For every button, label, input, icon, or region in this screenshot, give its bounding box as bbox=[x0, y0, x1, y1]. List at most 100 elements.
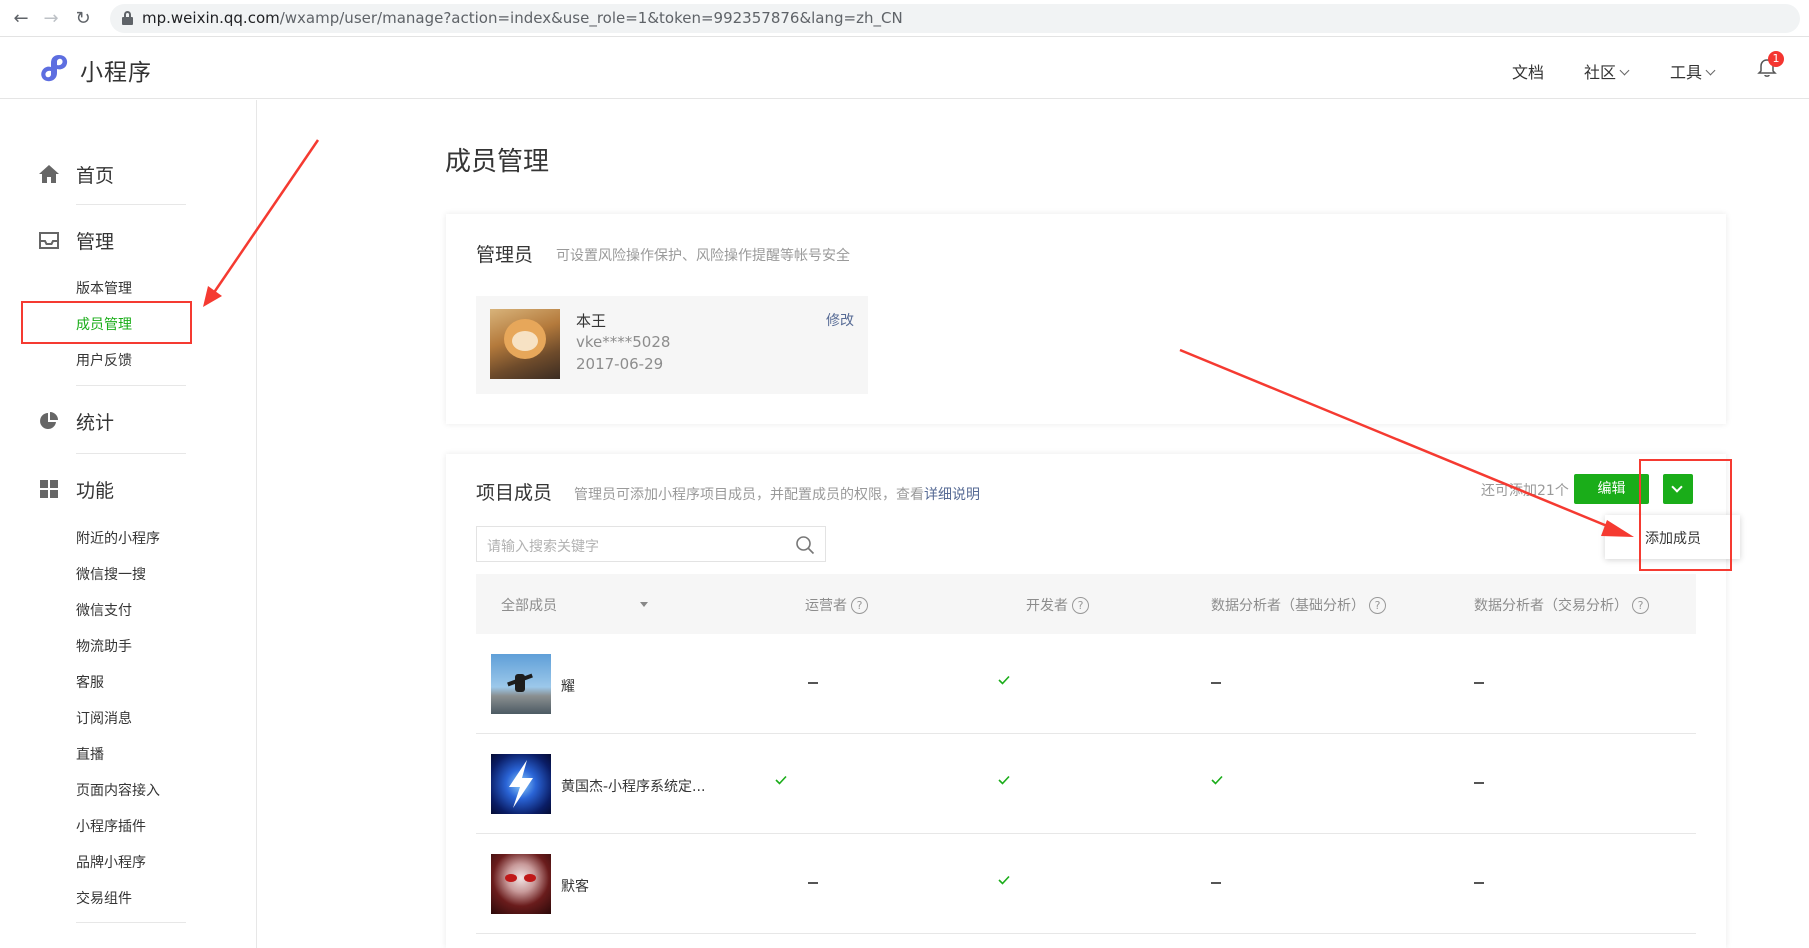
col-analyst-basic: 数据分析者（基础分析）? bbox=[1211, 595, 1386, 615]
sidebar-item-subscribe[interactable]: 订阅消息 bbox=[76, 708, 132, 728]
chevron-down-icon bbox=[1619, 65, 1630, 76]
sidebar-item-brand[interactable]: 品牌小程序 bbox=[76, 852, 146, 872]
chevron-down-icon bbox=[1705, 65, 1716, 76]
back-icon[interactable]: ← bbox=[10, 8, 32, 30]
sidebar: 首页 管理 版本管理 成员管理 用户反馈 统计 功能 附近的小程序 微信搜一搜 … bbox=[0, 100, 257, 948]
col-label: 数据分析者（交易分析） bbox=[1474, 598, 1628, 614]
help-icon[interactable]: ? bbox=[1072, 597, 1089, 614]
admin-section-title: 管理员 bbox=[476, 244, 534, 266]
check-icon bbox=[775, 775, 787, 785]
sidebar-item-nearby[interactable]: 附近的小程序 bbox=[76, 528, 160, 548]
page-title: 成员管理 bbox=[445, 147, 550, 177]
edit-button[interactable]: 编辑 bbox=[1574, 474, 1649, 504]
reload-icon[interactable]: ↻ bbox=[72, 8, 94, 30]
check-icon bbox=[998, 775, 1010, 785]
check-icon bbox=[998, 875, 1010, 885]
sidebar-label: 管理 bbox=[76, 231, 115, 253]
check-icon bbox=[998, 675, 1010, 685]
admin-account: vke****5028 bbox=[576, 333, 671, 351]
sidebar-item-trade[interactable]: 交易组件 bbox=[76, 888, 132, 908]
dash-icon bbox=[1474, 682, 1484, 684]
nav-community[interactable]: 社区 bbox=[1584, 59, 1630, 83]
admin-info-box: 本王 vke****5028 2017-06-29 修改 bbox=[476, 296, 868, 394]
nav-community-label: 社区 bbox=[1584, 63, 1617, 82]
divider bbox=[76, 922, 186, 923]
dash-icon bbox=[808, 682, 818, 684]
divider bbox=[76, 453, 186, 454]
lock-icon bbox=[122, 11, 133, 25]
dash-icon bbox=[1211, 682, 1221, 684]
member-name: 默客 bbox=[561, 879, 589, 895]
col-label: 运营者 bbox=[805, 598, 847, 614]
table-row: 黄国杰-小程序系统定... bbox=[476, 734, 1696, 834]
table-row: 耀 bbox=[476, 634, 1696, 734]
members-section-desc: 管理员可添加小程序项目成员，并配置成员的权限，查看详细说明 bbox=[574, 484, 980, 504]
grid-icon bbox=[40, 480, 58, 498]
avatar bbox=[490, 309, 560, 379]
sidebar-item-plugin[interactable]: 小程序插件 bbox=[76, 816, 146, 836]
sidebar-item-live[interactable]: 直播 bbox=[76, 744, 104, 764]
sidebar-item-logistics[interactable]: 物流助手 bbox=[76, 636, 132, 656]
dash-icon bbox=[1474, 782, 1484, 784]
table-header: 全部成员 运营者? 开发者? 数据分析者（基础分析）? 数据分析者（交易分析）? bbox=[476, 574, 1696, 634]
filter-all-members[interactable]: 全部成员 bbox=[501, 595, 557, 615]
sidebar-item-service[interactable]: 客服 bbox=[76, 672, 104, 692]
admin-card: 管理员 可设置风险操作保护、风险操作提醒等帐号安全 本王 vke****5028… bbox=[446, 214, 1726, 424]
sidebar-item-content[interactable]: 页面内容接入 bbox=[76, 780, 160, 800]
miniprogram-logo-icon[interactable] bbox=[38, 51, 72, 85]
admin-name: 本王 bbox=[576, 312, 607, 330]
col-analyst-trade: 数据分析者（交易分析）? bbox=[1474, 595, 1649, 615]
sidebar-item-search[interactable]: 微信搜一搜 bbox=[76, 564, 146, 584]
sidebar-item-feedback[interactable]: 用户反馈 bbox=[76, 350, 132, 370]
col-label: 开发者 bbox=[1026, 598, 1068, 614]
member-search-input[interactable]: 请输入搜索关键字 bbox=[476, 526, 826, 562]
help-icon[interactable]: ? bbox=[851, 597, 868, 614]
annotation-highlight-box bbox=[1639, 459, 1732, 571]
search-placeholder: 请输入搜索关键字 bbox=[487, 539, 599, 555]
member-name: 耀 bbox=[561, 679, 575, 695]
avatar bbox=[491, 654, 551, 714]
address-bar[interactable]: mp.weixin.qq.com/wxamp/user/manage?actio… bbox=[110, 4, 1800, 33]
divider bbox=[76, 204, 186, 205]
member-name: 黄国杰-小程序系统定... bbox=[561, 779, 706, 795]
url-text: mp.weixin.qq.com/wxamp/user/manage?actio… bbox=[142, 9, 903, 27]
dash-icon bbox=[1474, 882, 1484, 884]
admin-edit-link[interactable]: 修改 bbox=[826, 310, 854, 330]
caret-down-icon[interactable] bbox=[640, 602, 648, 607]
admin-date: 2017-06-29 bbox=[576, 355, 664, 373]
nav-tools-label: 工具 bbox=[1670, 63, 1703, 82]
members-card: 项目成员 管理员可添加小程序项目成员，并配置成员的权限，查看详细说明 还可添加2… bbox=[446, 454, 1726, 948]
check-icon bbox=[1211, 775, 1223, 785]
browser-toolbar: ← → ↻ mp.weixin.qq.com/wxamp/user/manage… bbox=[0, 0, 1809, 37]
avatar bbox=[491, 754, 551, 814]
help-icon[interactable]: ? bbox=[1632, 597, 1649, 614]
notification-badge: 1 bbox=[1768, 51, 1784, 67]
sidebar-label: 统计 bbox=[76, 412, 115, 434]
home-icon bbox=[39, 165, 59, 183]
avatar bbox=[491, 854, 551, 914]
inbox-icon bbox=[39, 232, 59, 249]
sidebar-item-version[interactable]: 版本管理 bbox=[76, 278, 132, 298]
col-developer: 开发者? bbox=[1026, 595, 1089, 615]
forward-icon[interactable]: → bbox=[40, 8, 62, 30]
sidebar-label: 首页 bbox=[76, 165, 115, 187]
logo-text: 小程序 bbox=[80, 60, 152, 86]
nav-tools[interactable]: 工具 bbox=[1670, 59, 1716, 83]
help-icon[interactable]: ? bbox=[1369, 597, 1386, 614]
details-link[interactable]: 详细说明 bbox=[924, 487, 980, 503]
dash-icon bbox=[1211, 882, 1221, 884]
members-section-title: 项目成员 bbox=[476, 482, 553, 504]
nav-docs[interactable]: 文档 bbox=[1512, 59, 1544, 83]
remaining-count: 还可添加21个 bbox=[1481, 483, 1569, 499]
table-row: 默客 bbox=[476, 834, 1696, 934]
sidebar-label: 功能 bbox=[76, 480, 115, 502]
sidebar-item-pay[interactable]: 微信支付 bbox=[76, 600, 132, 620]
pie-chart-icon bbox=[40, 412, 58, 429]
divider bbox=[76, 385, 186, 386]
search-icon[interactable] bbox=[795, 535, 815, 555]
annotation-highlight-box bbox=[21, 301, 192, 344]
col-label: 数据分析者（基础分析） bbox=[1211, 598, 1365, 614]
top-header: 小程序 文档 社区 工具 1 bbox=[0, 37, 1809, 99]
admin-section-desc: 可设置风险操作保护、风险操作提醒等帐号安全 bbox=[556, 248, 850, 264]
dash-icon bbox=[808, 882, 818, 884]
